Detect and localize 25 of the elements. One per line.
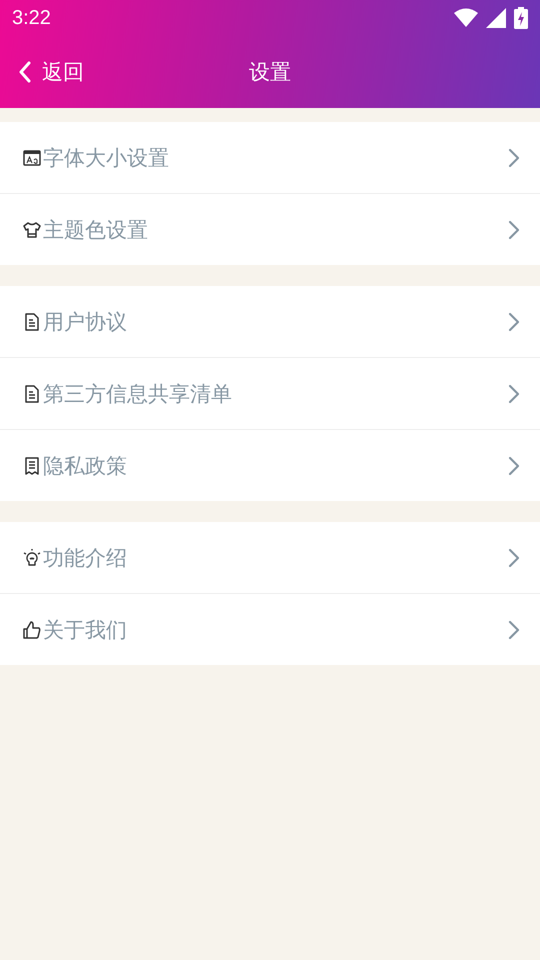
settings-row[interactable]: 用户协议 [0, 286, 540, 357]
back-chevron-icon [18, 61, 32, 83]
chevron-icon [508, 548, 520, 568]
status-time: 3:22 [12, 6, 51, 30]
settings-row[interactable]: 隐私政策 [0, 430, 540, 501]
chevron-icon [508, 620, 520, 640]
battery-icon [514, 7, 528, 29]
chevron-icon [508, 312, 520, 332]
chevron-icon [508, 148, 520, 168]
shirt-icon [22, 220, 42, 240]
chevron-icon [508, 220, 520, 240]
thumbs-up-icon [22, 620, 42, 640]
settings-row[interactable]: 第三方信息共享清单 [0, 358, 540, 429]
settings-row[interactable]: 主题色设置 [0, 194, 540, 265]
wifi-icon [454, 8, 478, 28]
signal-icon [486, 8, 506, 28]
settings-row[interactable]: 关于我们 [0, 594, 540, 665]
settings-row[interactable]: 功能介绍 [0, 522, 540, 593]
settings-row[interactable]: 字体大小设置 [0, 122, 540, 193]
back-button[interactable]: 返回 [0, 58, 84, 86]
chevron-icon [508, 384, 520, 404]
page-title: 设置 [249, 59, 291, 86]
font-window-icon [22, 148, 42, 168]
chevron-icon [508, 456, 520, 476]
lightbulb-icon [22, 548, 42, 568]
